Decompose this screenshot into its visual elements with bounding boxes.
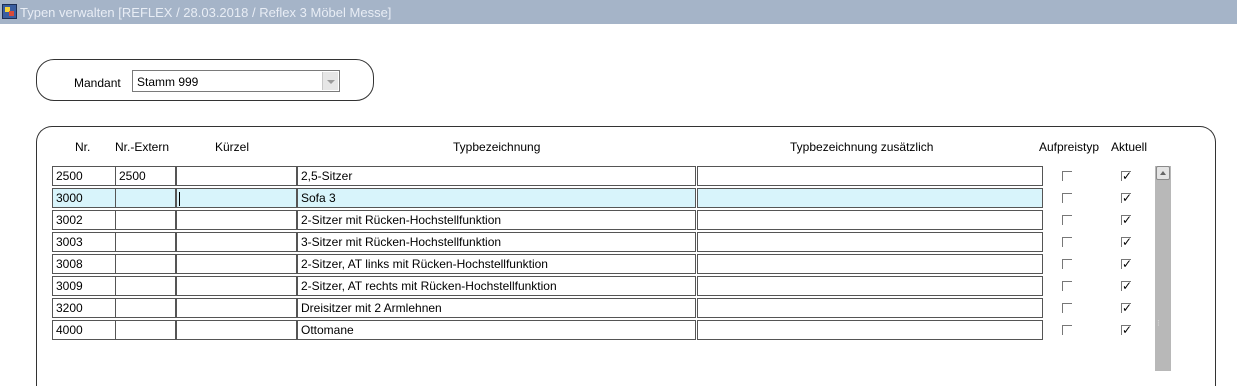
cell-kuerzel[interactable] <box>176 276 297 296</box>
cell-kuerzel[interactable] <box>176 320 297 340</box>
header-kuerzel: Kürzel <box>215 140 250 154</box>
cell-nr[interactable]: 3009 <box>52 276 116 296</box>
cell-typbezeichnung-zusaetzlich[interactable] <box>697 298 1043 318</box>
check-icon: ✓ <box>1122 213 1133 227</box>
aufpreistyp-checkbox[interactable] <box>1062 281 1072 291</box>
cell-nr[interactable]: 3200 <box>52 298 116 318</box>
cell-kuerzel[interactable] <box>176 166 297 186</box>
cell-typbezeichnung-zusaetzlich[interactable] <box>697 254 1043 274</box>
text-cursor <box>179 192 180 206</box>
cell-typbezeichnung[interactable]: 3-Sitzer mit Rücken-Hochstellfunktion <box>297 232 696 252</box>
cell-nr[interactable]: 3003 <box>52 232 116 252</box>
cell-typbezeichnung-zusaetzlich[interactable] <box>697 210 1043 230</box>
cell-typbezeichnung[interactable]: 2-Sitzer, AT links mit Rücken-Hochstellf… <box>297 254 696 274</box>
cell-typbezeichnung[interactable]: Sofa 3 <box>297 188 696 208</box>
cell-nr[interactable]: 4000 <box>52 320 116 340</box>
header-nr: Nr. <box>75 140 91 154</box>
aufpreistyp-checkbox[interactable] <box>1062 215 1072 225</box>
header-aktuell: Aktuell <box>1111 140 1148 154</box>
aufpreistyp-checkbox[interactable] <box>1062 237 1072 247</box>
scroll-thumb[interactable]: ⁝ <box>1157 318 1169 332</box>
header-nr-extern: Nr.-Extern <box>115 140 170 154</box>
aktuell-checkbox[interactable]: ✓ <box>1121 279 1133 293</box>
aktuell-checkbox[interactable]: ✓ <box>1121 191 1133 205</box>
cell-nr[interactable]: 3000 <box>52 188 116 208</box>
cell-nr[interactable]: 2500 <box>52 166 116 186</box>
aufpreistyp-checkbox[interactable] <box>1062 325 1072 335</box>
title-bar: Typen verwalten [REFLEX / 28.03.2018 / R… <box>0 0 1237 24</box>
cell-nr[interactable]: 3008 <box>52 254 116 274</box>
cell-kuerzel[interactable] <box>176 254 297 274</box>
cell-nr-extern[interactable] <box>115 320 176 340</box>
cell-nr-extern[interactable] <box>115 188 176 208</box>
check-icon: ✓ <box>1122 279 1133 293</box>
mandant-value: Stamm 999 <box>137 75 199 89</box>
aufpreistyp-checkbox[interactable] <box>1062 171 1072 181</box>
aktuell-checkbox[interactable]: ✓ <box>1121 257 1133 271</box>
vertical-scrollbar[interactable] <box>1155 166 1171 371</box>
check-icon: ✓ <box>1122 323 1133 337</box>
check-icon: ✓ <box>1122 235 1133 249</box>
cell-typbezeichnung-zusaetzlich[interactable] <box>697 276 1043 296</box>
check-icon: ✓ <box>1122 191 1133 205</box>
cell-typbezeichnung[interactable]: Ottomane <box>297 320 696 340</box>
cell-kuerzel[interactable] <box>176 298 297 318</box>
check-icon: ✓ <box>1122 301 1133 315</box>
cell-nr-extern[interactable]: 2500 <box>115 166 176 186</box>
cell-typbezeichnung[interactable]: 2-Sitzer, AT rechts mit Rücken-Hochstell… <box>297 276 696 296</box>
header-aufpreistyp: Aufpreistyp <box>1039 140 1100 154</box>
aktuell-checkbox[interactable]: ✓ <box>1121 235 1133 249</box>
cell-typbezeichnung-zusaetzlich[interactable] <box>697 232 1043 252</box>
aufpreistyp-checkbox[interactable] <box>1062 303 1072 313</box>
aktuell-checkbox[interactable]: ✓ <box>1121 213 1133 227</box>
check-icon: ✓ <box>1122 169 1133 183</box>
cell-nr[interactable]: 3002 <box>52 210 116 230</box>
cell-kuerzel[interactable] <box>176 188 297 208</box>
cell-nr-extern[interactable] <box>115 298 176 318</box>
header-typbezeichnung-zusaetzlich: Typbezeichnung zusätzlich <box>790 140 934 154</box>
cell-typbezeichnung-zusaetzlich[interactable] <box>697 320 1043 340</box>
aufpreistyp-checkbox[interactable] <box>1062 259 1072 269</box>
mandant-select[interactable]: Stamm 999 <box>132 70 340 92</box>
cell-typbezeichnung[interactable]: 2-Sitzer mit Rücken-Hochstellfunktion <box>297 210 696 230</box>
cell-kuerzel[interactable] <box>176 232 297 252</box>
cell-kuerzel[interactable] <box>176 210 297 230</box>
window-title: Typen verwalten [REFLEX / 28.03.2018 / R… <box>20 5 392 20</box>
cell-nr-extern[interactable] <box>115 254 176 274</box>
cell-typbezeichnung-zusaetzlich[interactable] <box>697 188 1043 208</box>
app-icon[interactable] <box>2 4 17 19</box>
cell-typbezeichnung[interactable]: Dreisitzer mit 2 Armlehnen <box>297 298 696 318</box>
chevron-down-icon[interactable] <box>322 72 338 90</box>
aktuell-checkbox[interactable]: ✓ <box>1121 323 1133 337</box>
aufpreistyp-checkbox[interactable] <box>1062 193 1072 203</box>
cell-typbezeichnung-zusaetzlich[interactable] <box>697 166 1043 186</box>
cell-typbezeichnung[interactable]: 2,5-Sitzer <box>297 166 696 186</box>
aktuell-checkbox[interactable]: ✓ <box>1121 301 1133 315</box>
mandant-label: Mandant <box>74 76 121 90</box>
header-typbezeichnung: Typbezeichnung <box>453 140 541 154</box>
cell-nr-extern[interactable] <box>115 210 176 230</box>
cell-nr-extern[interactable] <box>115 276 176 296</box>
check-icon: ✓ <box>1122 257 1133 271</box>
cell-nr-extern[interactable] <box>115 232 176 252</box>
scroll-up-icon[interactable] <box>1156 166 1170 180</box>
aktuell-checkbox[interactable]: ✓ <box>1121 169 1133 183</box>
